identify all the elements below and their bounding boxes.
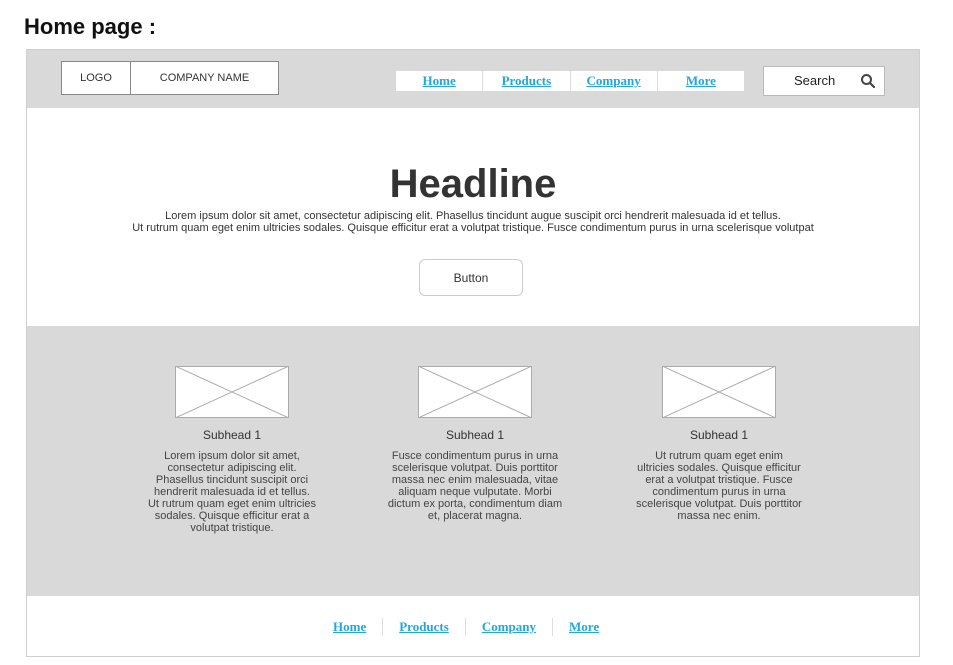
feature-subhead: Subhead 1 <box>689 428 749 442</box>
headline: Headline <box>389 162 557 206</box>
company-name: COMPANY NAME <box>159 72 250 84</box>
page-title: Home page : <box>24 14 157 39</box>
footer-more-link[interactable]: More <box>552 618 615 636</box>
feature-card: Subhead 1 Ut rutrum quam eget enim ultri… <box>629 366 809 522</box>
cta-button[interactable]: Button <box>419 259 523 296</box>
nav-company-link[interactable]: Company <box>571 71 658 91</box>
feature-body-line: Fusce condimentum purus in urna <box>391 450 559 462</box>
feature-body-line: condimentum purus in urna <box>652 486 786 498</box>
nav-products-link[interactable]: Products <box>483 71 571 91</box>
nav-home-link[interactable]: Home <box>396 71 484 91</box>
search-icon[interactable] <box>860 73 876 89</box>
feature-body-line: hendrerit malesuada id et tellus. <box>154 486 310 498</box>
feature-body-line: et, placerat magna. <box>427 510 523 522</box>
feature-body-line: volutpat tristique. <box>190 522 274 534</box>
main-nav: Home Products Company More <box>396 71 744 91</box>
features-section: Subhead 1 Lorem ipsum dolor sit amet, co… <box>27 326 919 596</box>
feature-body: Fusce condimentum purus in urna sceleris… <box>385 450 565 522</box>
footer-nav: Home Products Company More <box>317 618 615 636</box>
feature-subhead: Subhead 1 <box>202 428 262 442</box>
feature-body-line: ultricies sodales. Quisque efficitur <box>637 462 801 474</box>
image-placeholder-icon <box>662 366 776 418</box>
feature-body-line: dictum ex porta, condimentum diam <box>387 498 563 510</box>
logo: LOGO <box>62 62 131 94</box>
feature-subhead: Subhead 1 <box>445 428 505 442</box>
hero-body-line: Lorem ipsum dolor sit amet, consectetur … <box>165 210 781 222</box>
wireframe-frame: LOGO COMPANY NAME Home Products Company … <box>26 49 920 657</box>
footer-products-link[interactable]: Products <box>382 618 465 636</box>
feature-body-line: aliquam neque vulputate. Morbi <box>398 486 552 498</box>
feature-body-line: scelerisque volutpat. Duis porttitor <box>636 498 802 510</box>
feature-body-line: massa nec enim malesuada, vitae <box>391 474 559 486</box>
footer-home-link[interactable]: Home <box>317 618 382 636</box>
feature-body-line: erat a volutpat tristique. Fusce <box>645 474 793 486</box>
feature-body-line: Ut rutrum quam eget enim <box>655 450 783 462</box>
feature-body-line: Ut rutrum quam eget enim ultricies <box>147 498 317 510</box>
feature-body: Lorem ipsum dolor sit amet, consectetur … <box>142 450 322 534</box>
hero-section: Headline Lorem ipsum dolor sit amet, con… <box>27 108 919 326</box>
feature-body-line: Phasellus tincidunt suscipit orci <box>155 474 309 486</box>
footer-company-link[interactable]: Company <box>464 618 552 636</box>
feature-body-line: consectetur adipiscing elit. <box>167 462 297 474</box>
feature-body-line: scelerisque volutpat. Duis porttitor <box>392 462 558 474</box>
nav-more-link[interactable]: More <box>658 71 744 91</box>
search-box[interactable]: Search <box>763 66 885 96</box>
feature-body-line: sodales. Quisque efficitur erat a <box>154 510 310 522</box>
logo-block[interactable]: LOGO COMPANY NAME <box>61 61 279 95</box>
feature-body-line: Lorem ipsum dolor sit amet, <box>164 450 300 462</box>
site-footer: Home Products Company More <box>27 596 919 656</box>
image-placeholder-icon <box>418 366 532 418</box>
hero-body-line: Ut rutrum quam eget enim ultricies sodal… <box>132 222 814 234</box>
feature-card: Subhead 1 Fusce condimentum purus in urn… <box>385 366 565 522</box>
feature-body: Ut rutrum quam eget enim ultricies sodal… <box>629 450 809 522</box>
image-placeholder-icon <box>175 366 289 418</box>
feature-card: Subhead 1 Lorem ipsum dolor sit amet, co… <box>142 366 322 534</box>
feature-body-line: massa nec enim. <box>677 510 761 522</box>
site-header: LOGO COMPANY NAME Home Products Company … <box>27 50 919 108</box>
hero-body: Lorem ipsum dolor sit amet, consectetur … <box>47 210 899 234</box>
search-label: Search <box>794 73 836 88</box>
